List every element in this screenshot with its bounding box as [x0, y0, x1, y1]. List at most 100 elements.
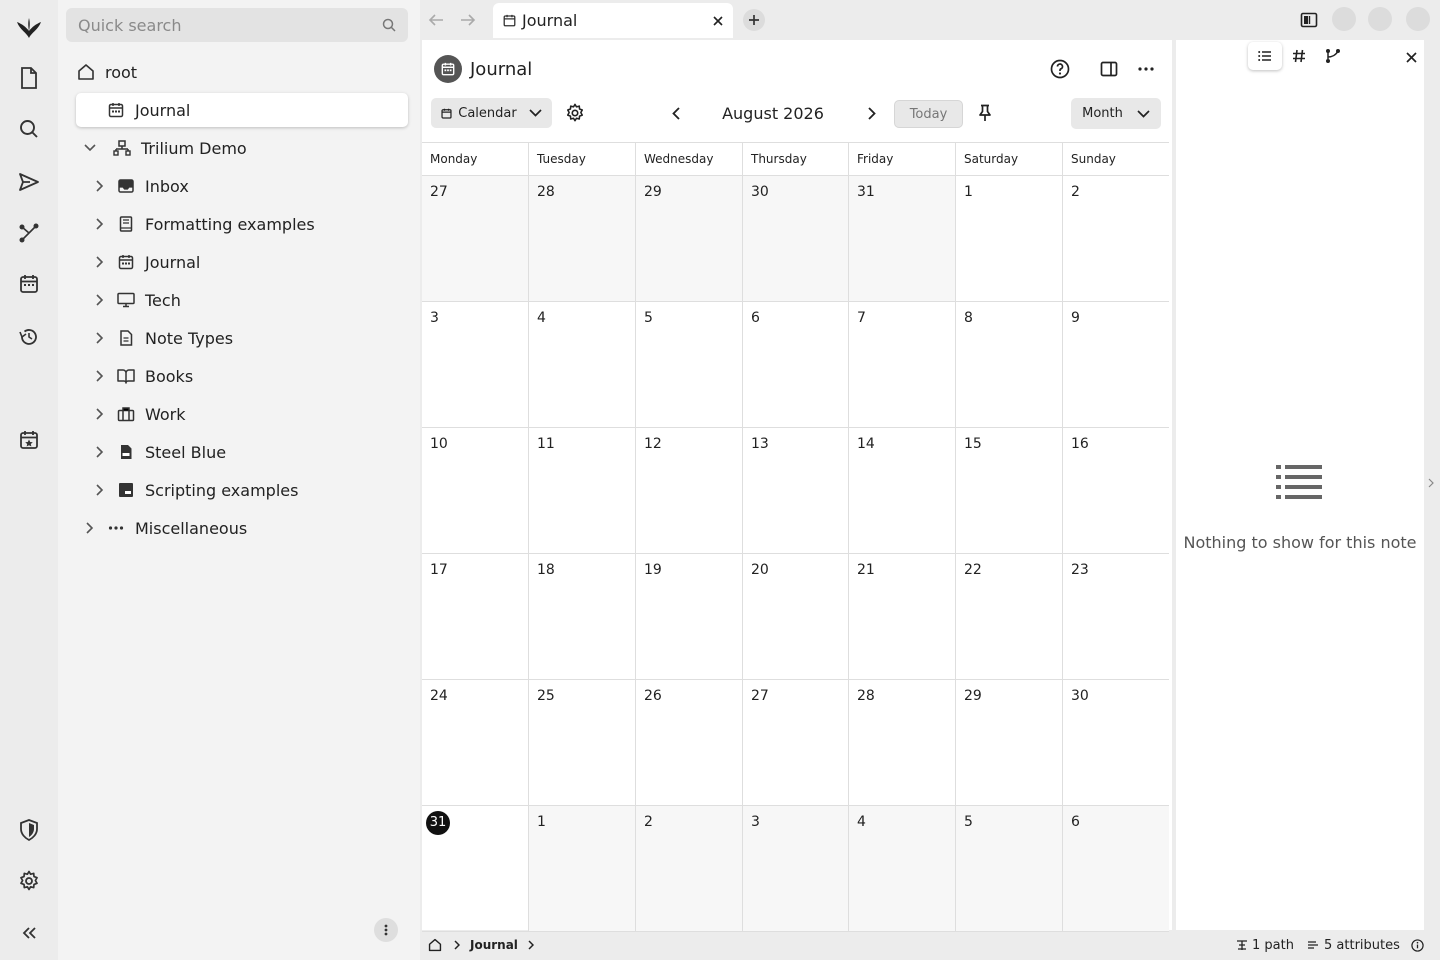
protected-session-icon[interactable]	[14, 815, 44, 845]
calendar-day-cell[interactable]: 15	[955, 428, 1062, 554]
chevron-down-icon[interactable]	[80, 144, 100, 152]
date-number[interactable]: 30	[1071, 688, 1089, 704]
date-number[interactable]: 2	[644, 814, 653, 830]
calendar-day-cell[interactable]: 26	[635, 680, 742, 806]
back-button[interactable]	[426, 10, 446, 30]
date-number[interactable]: 30	[751, 184, 769, 200]
calendar-day-cell[interactable]: 13	[742, 428, 848, 554]
calendar-day-cell[interactable]: 12	[635, 428, 742, 554]
tree-item-scripting-examples[interactable]: Scripting examples	[90, 473, 298, 507]
calendar-day-cell[interactable]: 25	[528, 680, 635, 806]
tab-journal[interactable]: Journal	[493, 3, 733, 38]
calendar-day-cell[interactable]: 30	[742, 176, 848, 302]
pin-button[interactable]	[974, 101, 996, 125]
tree-item-work[interactable]: Work	[90, 397, 186, 431]
date-number[interactable]: 29	[644, 184, 662, 200]
date-number[interactable]: 15	[964, 436, 982, 452]
tree-item-journal-active[interactable]: Journal	[76, 93, 408, 127]
calendar-day-cell[interactable]: 18	[528, 554, 635, 680]
calendar-day-cell[interactable]: 3	[742, 806, 848, 932]
date-number[interactable]: 5	[964, 814, 973, 830]
chevron-right-icon[interactable]	[90, 484, 110, 496]
date-number[interactable]: 3	[430, 310, 439, 326]
calendar-day-cell[interactable]: 5	[635, 302, 742, 428]
date-number[interactable]: 16	[1071, 436, 1089, 452]
date-number[interactable]: 1	[537, 814, 546, 830]
date-number[interactable]: 2	[1071, 184, 1080, 200]
chevron-right-icon[interactable]	[90, 256, 110, 268]
collapse-sidebar-icon[interactable]	[14, 918, 44, 948]
calendar-day-cell[interactable]: 2	[1062, 176, 1169, 302]
today-button[interactable]: Today	[894, 100, 963, 128]
date-number[interactable]: 3	[751, 814, 760, 830]
tree-item-note-types[interactable]: Note Types	[90, 321, 233, 355]
tree-item-tech[interactable]: Tech	[90, 283, 181, 317]
calendar-day-cell[interactable]: 10	[422, 428, 528, 554]
calendar-day-cell[interactable]: 6	[1062, 806, 1169, 932]
calendar-day-cell[interactable]: 21	[848, 554, 955, 680]
chevron-right-icon[interactable]	[90, 446, 110, 458]
expand-panel-chevron-icon[interactable]	[1428, 478, 1438, 494]
tree-item-books[interactable]: Books	[90, 359, 193, 393]
calendar-day-cell[interactable]: 31	[422, 806, 528, 932]
date-number[interactable]: 25	[537, 688, 555, 704]
note-info-button[interactable]	[1411, 930, 1424, 960]
search-icon[interactable]	[382, 18, 396, 32]
date-number[interactable]: 28	[537, 184, 555, 200]
date-number[interactable]: 20	[751, 562, 769, 578]
date-number[interactable]: 26	[644, 688, 662, 704]
calendar-day-cell[interactable]: 4	[848, 806, 955, 932]
tree-item-formatting-examples[interactable]: Formatting examples	[90, 207, 315, 241]
forward-button[interactable]	[458, 10, 478, 30]
calendar-day-cell[interactable]: 29	[955, 680, 1062, 806]
date-number[interactable]: 6	[751, 310, 760, 326]
minimize-window-button[interactable]	[1332, 7, 1356, 31]
date-number[interactable]: 4	[857, 814, 866, 830]
links-tab[interactable]	[1316, 42, 1350, 70]
home-icon[interactable]	[428, 938, 442, 952]
calendar-day-cell[interactable]: 27	[422, 176, 528, 302]
date-number[interactable]: 27	[751, 688, 769, 704]
tree-item-journal[interactable]: Journal	[90, 245, 200, 279]
note-paths-button[interactable]: 1 path	[1236, 930, 1294, 960]
new-note-icon[interactable]	[14, 63, 44, 93]
quick-search-box[interactable]	[66, 8, 408, 42]
date-number[interactable]: 14	[857, 436, 875, 452]
date-number[interactable]: 19	[644, 562, 662, 578]
date-number[interactable]: 17	[430, 562, 448, 578]
tree-item-steel-blue[interactable]: Steel Blue	[90, 435, 226, 469]
calendar-day-cell[interactable]: 7	[848, 302, 955, 428]
note-map-icon[interactable]	[14, 218, 44, 248]
calendar-day-cell[interactable]: 9	[1062, 302, 1169, 428]
calendar-day-cell[interactable]: 29	[635, 176, 742, 302]
next-month-button[interactable]	[862, 101, 882, 125]
recent-history-icon[interactable]	[14, 322, 44, 352]
date-number[interactable]: 24	[430, 688, 448, 704]
calendar-day-cell[interactable]: 19	[635, 554, 742, 680]
maximize-window-button[interactable]	[1368, 7, 1392, 31]
calendar-settings-button[interactable]	[563, 101, 587, 125]
date-number[interactable]: 22	[964, 562, 982, 578]
calendar-day-cell[interactable]: 27	[742, 680, 848, 806]
tree-item-root[interactable]: root	[76, 55, 137, 89]
calendar-day-cell[interactable]: 2	[635, 806, 742, 932]
close-right-pane-button[interactable]	[1400, 46, 1422, 68]
calendar-day-cell[interactable]: 23	[1062, 554, 1169, 680]
new-tab-button[interactable]	[743, 9, 765, 31]
today-note-icon[interactable]	[14, 425, 44, 455]
calendar-day-cell[interactable]: 31	[848, 176, 955, 302]
date-number[interactable]: 29	[964, 688, 982, 704]
toggle-layout-button[interactable]	[1298, 9, 1320, 31]
note-title[interactable]: Journal	[470, 59, 532, 80]
tree-item-miscellaneous[interactable]: Miscellaneous	[80, 511, 247, 545]
settings-gear-icon[interactable]	[14, 866, 44, 896]
close-window-button[interactable]	[1406, 7, 1430, 31]
previous-month-button[interactable]	[666, 101, 686, 125]
chevron-right-icon[interactable]	[528, 940, 534, 950]
date-number[interactable]: 7	[857, 310, 866, 326]
date-number[interactable]: 8	[964, 310, 973, 326]
quick-search-input[interactable]	[78, 15, 382, 35]
calendar-day-cell[interactable]: 28	[848, 680, 955, 806]
attributes-count-button[interactable]: 5 attributes	[1307, 930, 1400, 960]
calendar-day-cell[interactable]: 11	[528, 428, 635, 554]
